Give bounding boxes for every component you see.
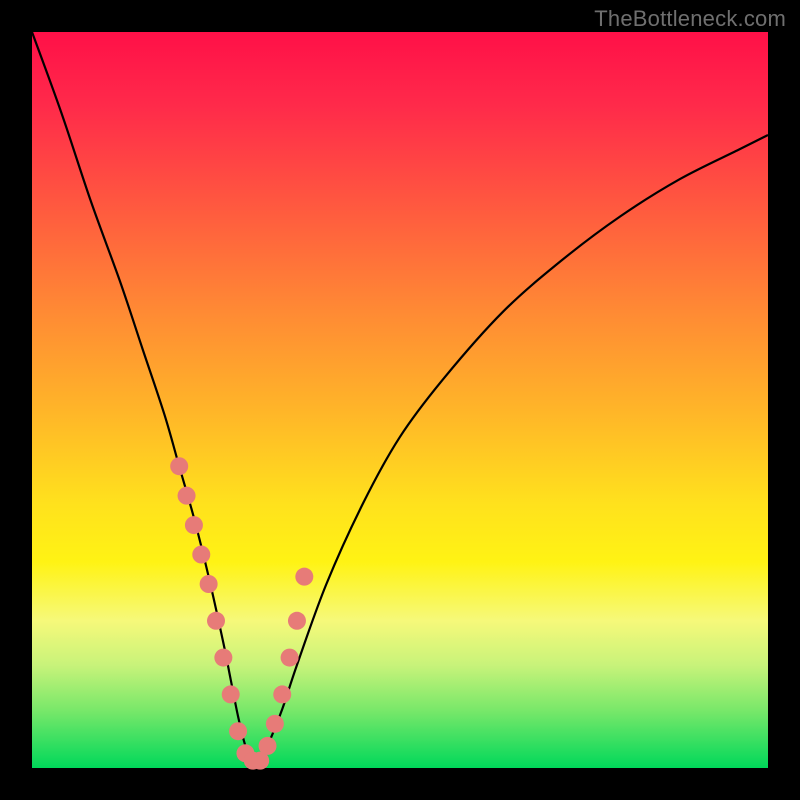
data-point-marker: [192, 546, 210, 564]
data-point-marker: [170, 457, 188, 475]
data-point-marker: [178, 487, 196, 505]
data-point-marker: [273, 685, 291, 703]
data-point-marker: [200, 575, 218, 593]
data-point-marker: [214, 649, 232, 667]
data-point-marker: [288, 612, 306, 630]
data-point-marker: [266, 715, 284, 733]
data-point-marker: [259, 737, 277, 755]
data-point-marker: [222, 685, 240, 703]
watermark-text: TheBottleneck.com: [594, 6, 786, 32]
bottleneck-curve: [32, 32, 768, 762]
data-point-marker: [281, 649, 299, 667]
plot-area: [32, 32, 768, 768]
chart-frame: TheBottleneck.com: [0, 0, 800, 800]
data-point-marker: [295, 568, 313, 586]
data-point-marker: [185, 516, 203, 534]
data-point-marker: [207, 612, 225, 630]
data-point-marker: [229, 722, 247, 740]
data-point-markers: [170, 457, 313, 769]
curve-layer: [32, 32, 768, 768]
